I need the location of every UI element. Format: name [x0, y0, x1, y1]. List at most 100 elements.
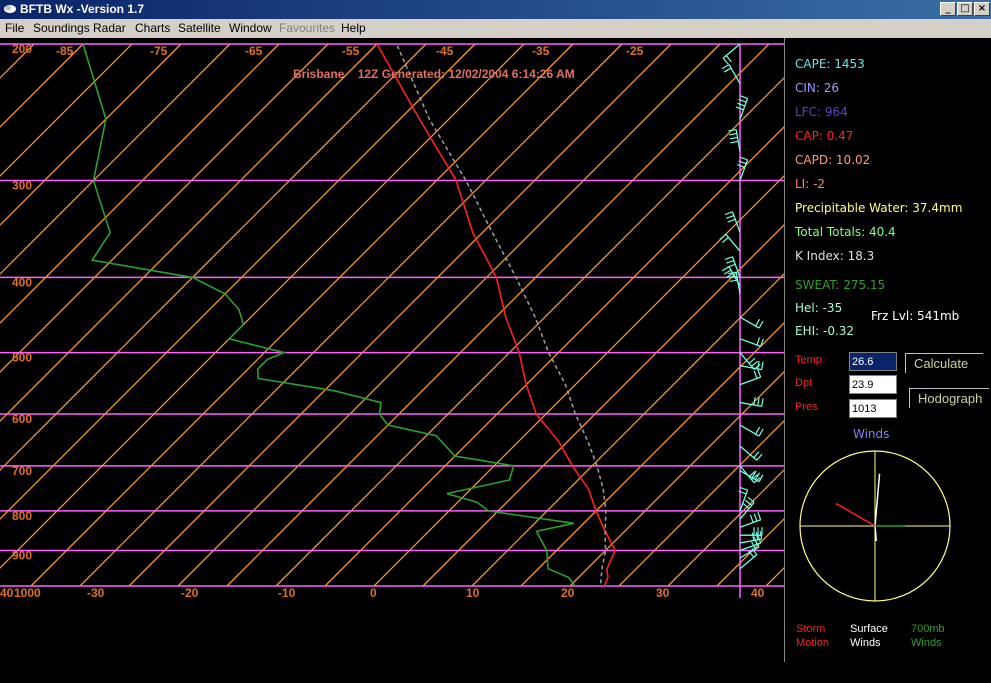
isotherm-line	[422, 224, 784, 586]
isotherm-line	[618, 420, 784, 586]
legend-storm-line2: Motion	[796, 637, 830, 649]
wind-barbs	[719, 43, 764, 570]
legend-700mb-line2: Winds	[911, 637, 942, 649]
index-cap: CAP: 0.47	[795, 129, 854, 143]
index-precipitable-water: Precipitable Water: 37.4mm	[795, 201, 963, 215]
top-temp-tick-label: -45	[436, 44, 454, 58]
isotherm-line	[177, 43, 721, 586]
pressure-tick-label: 1000	[14, 586, 41, 600]
dpt-input[interactable]	[849, 375, 897, 394]
hodograph-chart	[799, 450, 951, 602]
wind-barb	[739, 337, 764, 347]
isotherm-line	[0, 43, 476, 520]
isotherm-line	[765, 567, 784, 586]
legend-surface-line2: Winds	[850, 637, 881, 649]
temp-input[interactable]	[849, 352, 897, 371]
menu-file[interactable]: File	[5, 21, 24, 35]
dpt-label: Dpt	[795, 377, 813, 389]
menu-satellite[interactable]: Satellite	[178, 21, 221, 35]
index-ehi: EHI: -0.32	[795, 324, 855, 338]
legend-surface-line1: Surface	[850, 623, 888, 635]
bottom-temp-tick-label: 40	[751, 586, 765, 600]
legend-storm-motion: Storm Motion	[796, 622, 829, 650]
top-temp-tick-label: -75	[150, 44, 168, 58]
chart-title: Brisbane 12Z Generated: 12/02/2004 6:14:…	[293, 67, 575, 81]
pressure-tick-label: 200	[12, 42, 32, 56]
isotherm-line	[0, 43, 280, 324]
menu-charts[interactable]: Charts	[135, 21, 170, 35]
bottom-temp-tick-label: 0	[370, 586, 377, 600]
pressure-tick-label: 700	[12, 464, 32, 478]
isotherm-line	[30, 43, 574, 586]
minimize-button[interactable]: _	[940, 2, 956, 16]
wind-barb	[739, 548, 758, 570]
legend-700mb-line1: 700mb	[911, 623, 945, 635]
menu-soundings[interactable]: Soundings	[33, 21, 90, 35]
calculate-button[interactable]: Calculate	[905, 353, 983, 373]
pressure-tick-label: 600	[12, 412, 32, 426]
menu-bar: File Soundings Radar Charts Satellite Wi…	[0, 19, 991, 38]
pres-input[interactable]	[849, 399, 897, 418]
pres-label: Pres	[795, 401, 818, 413]
index-capd: CAPD: 10.02	[795, 153, 871, 167]
legend-700mb-winds: 700mb Winds	[911, 622, 945, 650]
top-temp-tick-label: -55	[342, 44, 360, 58]
top-temp-tick-label: -85	[56, 44, 74, 58]
maximize-button[interactable]: □	[957, 2, 973, 16]
index-cape: CAPE: 1453	[795, 57, 865, 71]
isotherm-line	[275, 77, 784, 586]
top-temp-tick-label: -65	[245, 44, 263, 58]
menu-window[interactable]: Window	[229, 21, 272, 35]
app-logo-icon	[4, 5, 16, 13]
pressure-tick-label: 300	[12, 179, 32, 193]
window-title: BFTB Wx -Version 1.7	[20, 2, 145, 16]
isotherm-lines	[0, 43, 784, 586]
bottom-temp-tick-label: -40	[0, 586, 14, 600]
wind-barb	[719, 233, 741, 252]
wind-barb	[739, 397, 764, 408]
freezing-level: Frz Lvl: 541mb	[871, 309, 960, 323]
isotherm-line	[373, 175, 784, 586]
isotherm-line	[0, 43, 182, 226]
wind-barb	[739, 369, 762, 386]
indices-panel: CAPE: 1453 CIN: 26 LFC: 964 CAP: 0.47 CAPD: …	[784, 38, 991, 662]
isotherm-line	[0, 43, 84, 128]
menu-radar[interactable]: Radar	[93, 21, 126, 35]
index-k-index: K Index: 18.3	[795, 249, 875, 263]
hodograph-upper-wind-vector	[874, 473, 881, 527]
index-total-totals: Total Totals: 40.4	[795, 225, 896, 239]
wind-barb	[721, 64, 741, 84]
index-li: LI: -2	[795, 177, 826, 191]
title-bar: BFTB Wx -Version 1.7 _ □ ×	[0, 0, 991, 19]
pressure-tick-label: 500	[12, 351, 32, 365]
winds-label: Winds	[853, 427, 890, 441]
wind-barb	[739, 424, 764, 437]
wind-barb	[722, 43, 741, 65]
pressure-tick-label: 400	[12, 275, 32, 289]
bottom-temp-tick-label: 20	[561, 586, 575, 600]
isotherm-line	[79, 43, 623, 586]
bottom-temp-tick-label: 10	[466, 586, 480, 600]
pressure-tick-label: 900	[12, 549, 32, 563]
isotherm-line	[0, 43, 231, 275]
isotherm-line	[226, 43, 770, 586]
index-lfc: LFC: 964	[795, 105, 848, 119]
isobar-lines	[0, 43, 784, 587]
wind-barb	[740, 527, 763, 536]
hodograph-button[interactable]: Hodograph	[909, 388, 989, 408]
bottom-temp-tick-label: -30	[87, 586, 105, 600]
top-temp-tick-label: -25	[626, 44, 644, 58]
isotherm-line	[0, 43, 35, 79]
isotherm-line	[128, 43, 672, 586]
pressure-tick-label: 800	[12, 509, 32, 523]
index-cin: CIN: 26	[795, 81, 840, 95]
temp-label: Temp	[795, 354, 822, 366]
index-hel: Hel: -35	[795, 301, 843, 315]
legend-surface-winds: Surface Winds	[850, 622, 888, 650]
wind-barb	[739, 316, 764, 329]
menu-help[interactable]: Help	[341, 21, 366, 35]
index-sweat: SWEAT: 275.15	[795, 278, 886, 292]
close-button[interactable]: ×	[974, 2, 990, 16]
legend-storm-line1: Storm	[796, 623, 826, 635]
top-temp-tick-label: -35	[532, 44, 550, 58]
